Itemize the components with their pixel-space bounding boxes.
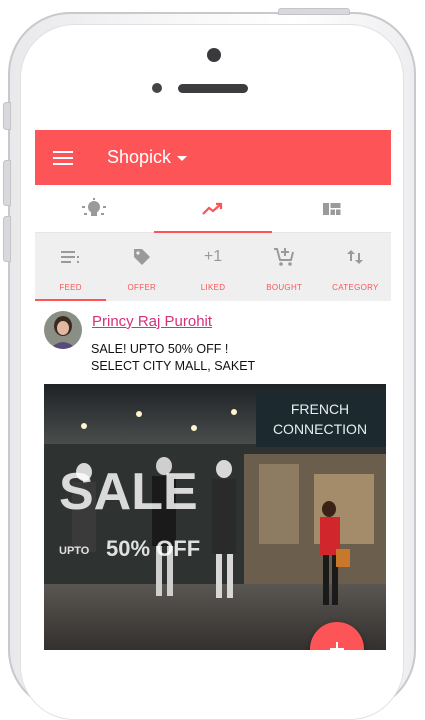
tab-category[interactable]: CATEGORY xyxy=(320,233,391,301)
app-bar: Shopick xyxy=(35,130,391,185)
post-author-link[interactable]: Princy Raj Purohit xyxy=(92,313,212,330)
window-sale-text: SALE xyxy=(59,463,198,521)
tab-bought-label: BOUGHT xyxy=(266,283,303,292)
tab-trending[interactable] xyxy=(154,185,273,232)
active-subtab-indicator xyxy=(35,299,106,301)
app-title-dropdown[interactable]: Shopick xyxy=(107,147,188,168)
feed-tab-bar: FEED OFFER +1 LIKED BOUGHT CATEGORY xyxy=(35,233,391,301)
app-title: Shopick xyxy=(107,147,172,167)
earpiece-speaker xyxy=(178,84,248,93)
sort-icon xyxy=(347,250,364,264)
menu-icon[interactable] xyxy=(53,150,73,165)
plus-icon xyxy=(330,642,344,650)
list-icon xyxy=(60,251,79,263)
tab-bought[interactable]: BOUGHT xyxy=(249,233,320,301)
post-caption-line2: SELECT CITY MALL, SAKET xyxy=(91,359,256,373)
tab-liked-label: LIKED xyxy=(200,283,226,292)
window-upto-text: UPTO xyxy=(59,545,90,557)
volume-down-button xyxy=(3,216,11,262)
proximity-sensor xyxy=(152,83,162,93)
trending-icon xyxy=(202,202,223,215)
volume-up-button xyxy=(3,160,11,206)
window-percent-text: 50% OFF xyxy=(106,536,200,561)
tab-offer-label: OFFER xyxy=(127,283,157,292)
post-caption-line1: SALE! UPTO 50% OFF ! xyxy=(91,342,229,356)
tab-liked[interactable]: +1 LIKED xyxy=(177,233,248,301)
tag-icon xyxy=(133,249,150,265)
post-caption: SALE! UPTO 50% OFF ! SELECT CITY MALL, S… xyxy=(91,341,391,375)
cart-add-icon xyxy=(274,248,295,266)
dashboard-icon xyxy=(322,202,341,215)
caret-down-icon xyxy=(177,156,188,161)
store-sign-line2: CONNECTION xyxy=(273,421,367,437)
front-camera xyxy=(207,48,221,62)
app-screen: Shopick FEED OFFER +1 LIKED BOUGHT CATEG… xyxy=(35,130,391,650)
tab-dashboard[interactable] xyxy=(272,185,391,232)
power-button xyxy=(278,8,350,15)
feed-post: Princy Raj Purohit SALE! UPTO 50% OFF ! … xyxy=(35,301,391,650)
bulb-icon xyxy=(82,197,107,216)
avatar[interactable] xyxy=(44,311,82,349)
tab-feed-label: FEED xyxy=(59,283,82,292)
mute-switch xyxy=(3,102,11,130)
post-image[interactable]: FRENCH CONNECTION SALE UPTO 50% OFF xyxy=(44,384,386,650)
top-tab-bar xyxy=(35,185,391,233)
tab-feed[interactable]: FEED xyxy=(35,233,106,301)
tab-offer[interactable]: OFFER xyxy=(106,233,177,301)
tab-category-label: CATEGORY xyxy=(332,283,379,292)
plus-one-icon: +1 xyxy=(203,248,223,265)
store-sign-line1: FRENCH xyxy=(291,401,349,417)
tab-discover[interactable] xyxy=(35,185,154,232)
